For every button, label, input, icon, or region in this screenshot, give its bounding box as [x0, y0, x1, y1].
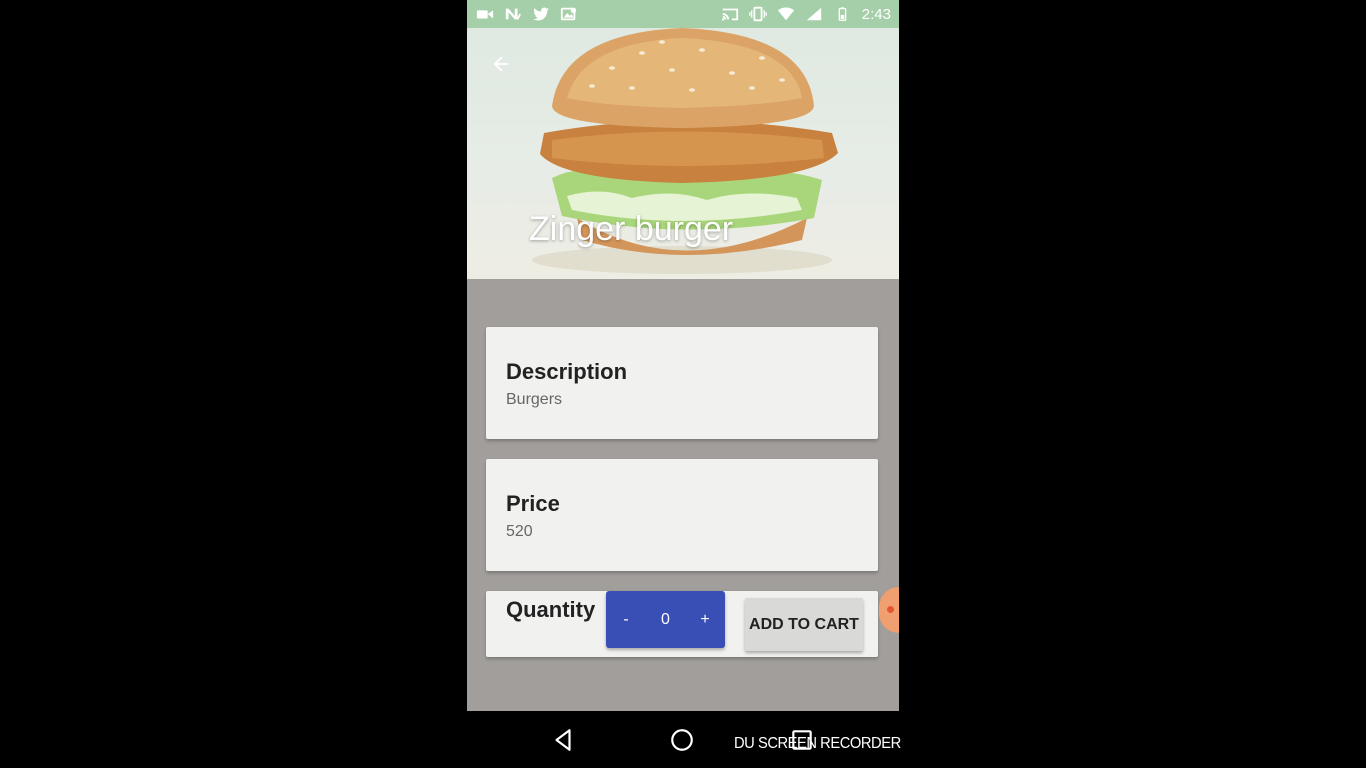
- price-value: 520: [506, 523, 533, 540]
- price-title: Price: [506, 491, 560, 516]
- quantity-stepper: - 0 +: [606, 591, 725, 648]
- decrement-button[interactable]: -: [618, 611, 634, 629]
- phone-screen: 2:43 Zinger burger Description Burgers P…: [467, 0, 899, 768]
- product-hero: Zinger burger: [467, 28, 899, 279]
- image-icon: [559, 5, 579, 23]
- wifi-icon: [776, 5, 796, 23]
- description-card: Description Burgers: [486, 327, 878, 439]
- price-card: Price 520: [486, 459, 878, 571]
- quantity-card: Quantity - 0 + ADD TO CART: [486, 591, 878, 657]
- status-right-icons: 2:43: [720, 5, 891, 23]
- nav-home-icon: [671, 729, 693, 751]
- video-icon: [475, 5, 495, 23]
- product-title: Zinger burger: [529, 210, 734, 248]
- description-value: Burgers: [506, 391, 563, 408]
- fab-dot-icon: [887, 606, 894, 613]
- vibrate-icon: [748, 5, 768, 23]
- nav-back-button[interactable]: [548, 725, 578, 755]
- add-to-cart-button[interactable]: ADD TO CART: [745, 598, 863, 651]
- back-button[interactable]: [485, 48, 517, 80]
- quantity-value: 0: [661, 610, 670, 628]
- screen-recorder-watermark: DU SCREEN RECORDER: [734, 735, 901, 752]
- arrow-back-icon: [493, 56, 509, 72]
- signal-icon: [804, 5, 824, 23]
- twitter-icon: [531, 5, 551, 23]
- cast-icon: [720, 5, 740, 23]
- product-details: Description Burgers Price 520 Quantity -…: [467, 279, 899, 711]
- quantity-label: Quantity: [506, 597, 596, 622]
- increment-button[interactable]: +: [697, 611, 713, 629]
- floating-action-button[interactable]: [879, 587, 899, 633]
- description-title: Description: [506, 359, 628, 384]
- status-clock: 2:43: [861, 5, 891, 23]
- status-left-icons: [475, 5, 579, 23]
- nav-back-icon: [555, 729, 571, 751]
- n-notification-icon: [503, 5, 523, 23]
- nav-home-button[interactable]: [667, 725, 697, 755]
- battery-icon: [832, 5, 852, 23]
- status-bar: 2:43: [467, 0, 899, 28]
